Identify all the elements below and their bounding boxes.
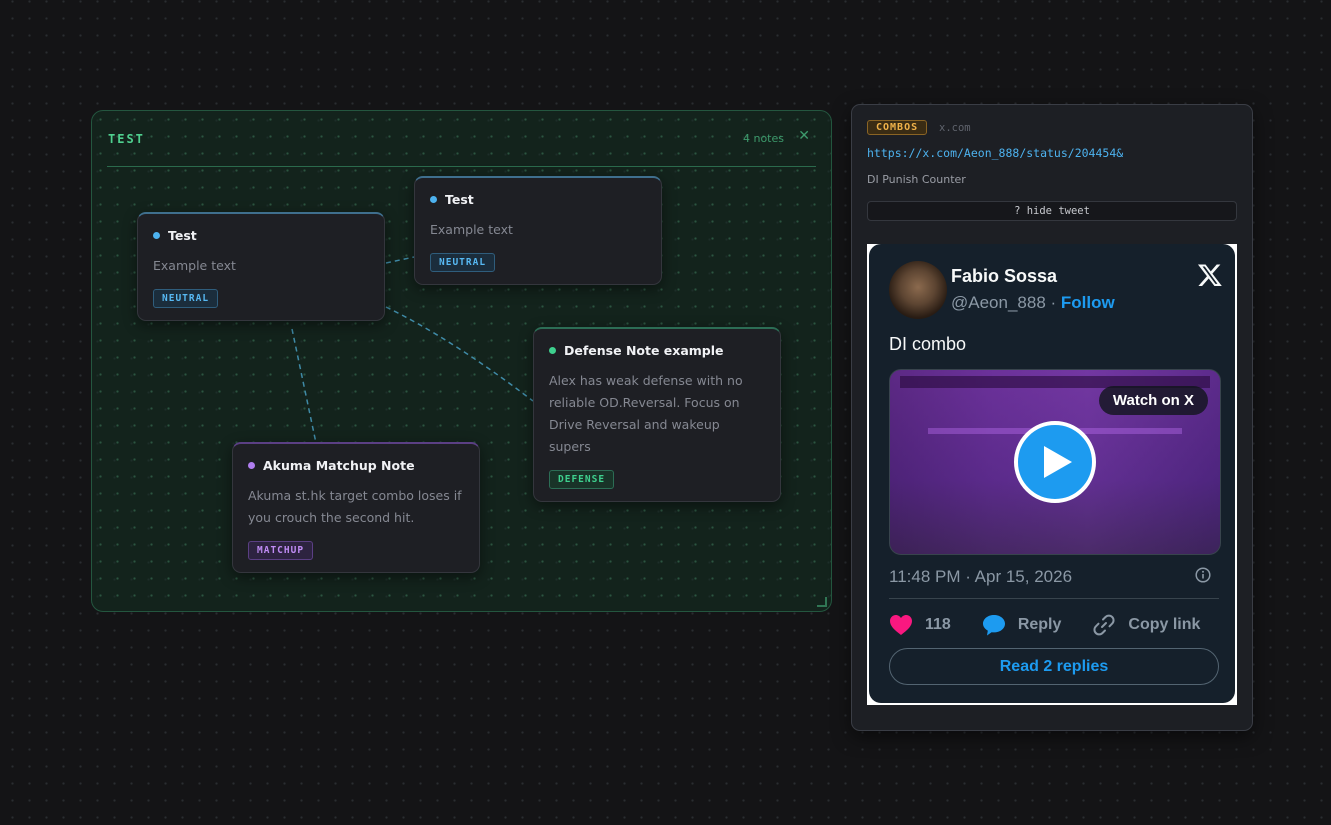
reply-label: Reply — [1017, 616, 1062, 633]
play-button[interactable] — [1014, 421, 1096, 503]
link-domain: x.com — [939, 122, 971, 134]
dot-icon — [153, 232, 160, 239]
group-header: TEST 4 notes ✕ — [107, 111, 816, 167]
like-button[interactable]: 118 — [889, 614, 951, 636]
note-header: Test — [153, 228, 369, 243]
link-description: DI Punish Counter — [867, 173, 966, 186]
note-card[interactable]: Test Example text NEUTRAL — [414, 176, 662, 285]
connection-line — [385, 256, 415, 264]
dot-icon — [248, 462, 255, 469]
link-tag: COMBOS — [867, 120, 928, 135]
play-icon — [1044, 446, 1072, 478]
tweet-handle-text[interactable]: @Aeon_888 — [951, 293, 1046, 312]
note-body: Alex has weak defense with no reliable O… — [549, 373, 743, 454]
note-card[interactable]: Defense Note example Alex has weak defen… — [533, 327, 781, 502]
tweet-timestamp[interactable]: 11:48 PM · Apr 15, 2026 — [889, 567, 1072, 587]
note-header: Test — [430, 192, 646, 207]
note-body: Example text — [430, 222, 513, 237]
heart-icon — [890, 615, 912, 635]
note-header: Defense Note example — [549, 343, 765, 358]
info-icon[interactable] — [1195, 567, 1211, 583]
tweet-divider — [889, 598, 1219, 599]
tweet-card[interactable]: Fabio Sossa @Aeon_888 · Follow DI combo … — [869, 244, 1235, 703]
watch-on-x-button[interactable]: Watch on X — [1098, 386, 1208, 415]
x-logo-icon[interactable] — [1197, 262, 1223, 288]
connection-line — [385, 306, 534, 402]
note-card[interactable]: Test Example text NEUTRAL — [137, 212, 385, 321]
dot-icon — [549, 347, 556, 354]
tweet-actions: 118 Reply Copy link — [889, 611, 1231, 639]
close-icon[interactable]: ✕ — [798, 128, 810, 144]
hide-tweet-button[interactable]: ? hide tweet — [867, 201, 1237, 221]
note-title: Test — [168, 228, 197, 243]
tweet-author-name[interactable]: Fabio Sossa — [951, 266, 1057, 287]
tweet-embed-frame: Fabio Sossa @Aeon_888 · Follow DI combo … — [867, 244, 1237, 705]
link-card[interactable]: COMBOS x.com https://x.com/Aeon_888/stat… — [851, 104, 1253, 731]
note-body: Example text — [153, 258, 236, 273]
group-note-count: 4 notes — [742, 132, 784, 145]
dot-icon — [430, 196, 437, 203]
avatar[interactable] — [889, 261, 947, 319]
note-header: Akuma Matchup Note — [248, 458, 464, 473]
link-url[interactable]: https://x.com/Aeon_888/status/204454& — [867, 146, 1123, 160]
reply-button[interactable]: Reply — [982, 614, 1062, 636]
link-icon — [1093, 614, 1115, 636]
note-tag: NEUTRAL — [430, 253, 496, 272]
note-title: Test — [445, 192, 474, 207]
follow-button[interactable]: Follow — [1061, 293, 1115, 312]
tweet-video[interactable]: Watch on X — [889, 369, 1221, 555]
tweet-author-handle: @Aeon_888 · Follow — [951, 293, 1115, 313]
copy-link-button[interactable]: Copy link — [1092, 613, 1200, 637]
note-tag: MATCHUP — [248, 541, 314, 560]
note-title: Akuma Matchup Note — [263, 458, 415, 473]
group-title: TEST — [108, 132, 145, 146]
note-body: Akuma st.hk target combo loses if you cr… — [248, 488, 462, 525]
handle-separator: · — [1045, 293, 1061, 312]
tweet-text: DI combo — [889, 334, 967, 354]
connection-line — [291, 328, 317, 444]
note-tag: NEUTRAL — [153, 289, 219, 308]
like-count: 118 — [925, 616, 951, 633]
copy-link-label: Copy link — [1128, 616, 1201, 633]
resize-handle[interactable] — [817, 597, 827, 607]
note-title: Defense Note example — [564, 343, 724, 358]
note-card[interactable]: Akuma Matchup Note Akuma st.hk target co… — [232, 442, 480, 573]
reply-bubble-icon — [982, 615, 1005, 636]
note-tag: DEFENSE — [549, 470, 615, 489]
read-replies-button[interactable]: Read 2 replies — [889, 648, 1219, 685]
